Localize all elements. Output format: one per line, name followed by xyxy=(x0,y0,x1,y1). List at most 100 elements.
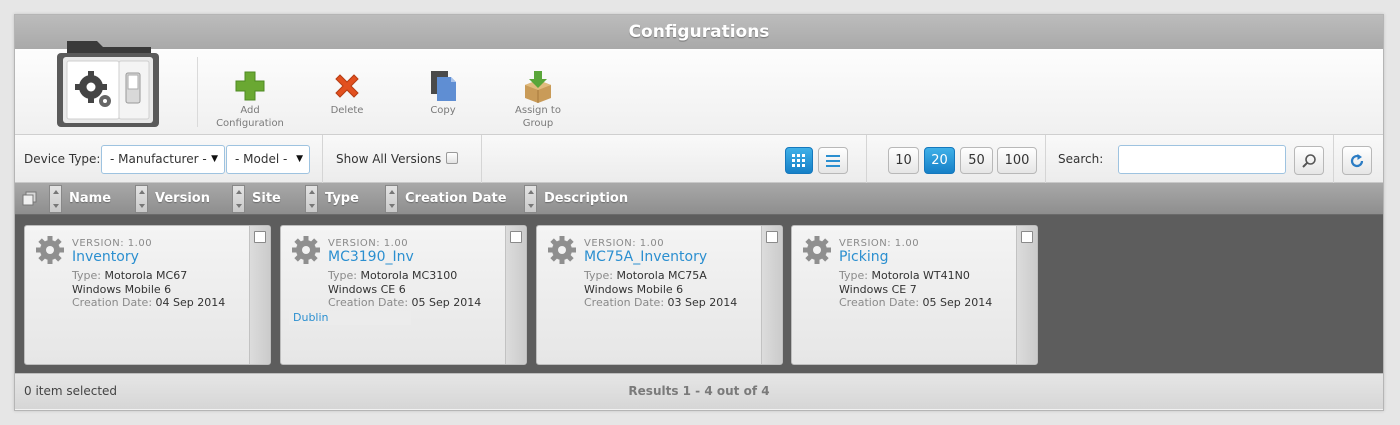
card-date-label: Creation Date: xyxy=(839,296,920,309)
list-view-button[interactable] xyxy=(818,147,848,174)
device-type-label: Device Type: xyxy=(24,152,101,166)
card-type: Type: Motorola MC3100 xyxy=(328,269,457,282)
configurations-window: Configurations Add Configuration Delete … xyxy=(14,14,1384,411)
card-type-label: Type: xyxy=(584,269,613,282)
card-checkbox[interactable] xyxy=(254,231,266,243)
column-creation-date[interactable]: Creation Date xyxy=(405,191,507,206)
card-name-link[interactable]: Inventory xyxy=(72,249,139,265)
page-size-100-button[interactable]: 100 xyxy=(997,147,1037,174)
gear-icon xyxy=(292,236,320,264)
delete-button[interactable]: Delete xyxy=(302,69,392,116)
card-version: VERSION: 1.00 xyxy=(584,238,665,249)
card-date-value: 05 Sep 2014 xyxy=(411,296,482,309)
column-header-row: Name Version Site Type Creation Date Des… xyxy=(15,183,1383,215)
add-icon xyxy=(235,71,265,101)
filter-separator xyxy=(1333,135,1334,183)
card-type-label: Type: xyxy=(72,269,101,282)
column-name[interactable]: Name xyxy=(69,191,111,206)
card-name-link[interactable]: MC75A_Inventory xyxy=(584,249,707,265)
assign-label-2: Group xyxy=(522,118,554,129)
column-description[interactable]: Description xyxy=(544,191,628,206)
model-select[interactable]: - Model - ▼ xyxy=(226,145,310,174)
card-type: Type: Motorola WT41N0 xyxy=(839,269,970,282)
configuration-card[interactable]: VERSION: 1.00 Picking Type: Motorola WT4… xyxy=(791,225,1038,365)
configuration-card[interactable]: VERSION: 1.00 MC75A_Inventory Type: Moto… xyxy=(536,225,783,365)
card-date-value: 03 Sep 2014 xyxy=(667,296,738,309)
page-size-10-button[interactable]: 10 xyxy=(888,147,919,174)
configurations-folder-icon xyxy=(57,41,159,127)
filter-separator xyxy=(1045,135,1046,183)
card-sidebar xyxy=(761,226,782,364)
card-type-value: Motorola MC67 xyxy=(104,269,188,282)
card-sidebar xyxy=(1016,226,1037,364)
page-size-20-button[interactable]: 20 xyxy=(924,147,955,174)
card-name-link[interactable]: Picking xyxy=(839,249,888,265)
select-all-icon[interactable] xyxy=(22,191,38,207)
sort-handle[interactable] xyxy=(135,185,148,213)
column-version[interactable]: Version xyxy=(155,191,210,206)
add-label-1: Add xyxy=(240,105,260,116)
delete-icon xyxy=(335,74,359,98)
card-type-label: Type: xyxy=(328,269,357,282)
search-label: Search: xyxy=(1058,152,1104,166)
card-version: VERSION: 1.00 xyxy=(328,238,409,249)
assign-label-1: Assign to xyxy=(515,105,561,116)
window-title: Configurations xyxy=(15,15,1383,49)
sort-handle[interactable] xyxy=(524,185,537,213)
assign-to-group-button[interactable]: Assign to Group xyxy=(493,69,583,129)
card-checkbox[interactable] xyxy=(510,231,522,243)
card-os: Windows CE 7 xyxy=(839,283,917,296)
add-configuration-button[interactable]: Add Configuration xyxy=(205,69,295,129)
sort-handle[interactable] xyxy=(232,185,245,213)
copy-button[interactable]: Copy xyxy=(398,69,488,116)
card-os: Windows CE 6 xyxy=(328,283,406,296)
card-type-value: Motorola MC3100 xyxy=(360,269,458,282)
manufacturer-select[interactable]: - Manufacturer - ▼ xyxy=(101,145,225,174)
card-version: VERSION: 1.00 xyxy=(839,238,920,249)
sort-handle[interactable] xyxy=(49,185,62,213)
card-date: Creation Date: 05 Sep 2014 xyxy=(839,296,992,309)
manufacturer-select-value: - Manufacturer - xyxy=(110,152,207,166)
grid-view-button[interactable] xyxy=(785,147,813,174)
search-icon xyxy=(1302,154,1316,168)
add-label-2: Configuration xyxy=(216,118,284,129)
filter-separator xyxy=(322,135,323,183)
card-checkbox[interactable] xyxy=(766,231,778,243)
refresh-button[interactable] xyxy=(1342,146,1372,175)
toolbar: Add Configuration Delete Copy Assign to … xyxy=(15,41,1383,135)
show-all-versions-checkbox[interactable] xyxy=(446,152,458,164)
card-date-label: Creation Date: xyxy=(584,296,665,309)
card-sidebar xyxy=(505,226,526,364)
refresh-icon xyxy=(1350,154,1364,168)
sort-handle[interactable] xyxy=(305,185,318,213)
list-icon xyxy=(826,155,840,167)
card-version: VERSION: 1.00 xyxy=(72,238,153,249)
card-name-link[interactable]: MC3190_Inv xyxy=(328,249,414,265)
search-button[interactable] xyxy=(1294,146,1324,175)
search-input[interactable] xyxy=(1118,145,1286,174)
card-type: Type: Motorola MC75A xyxy=(584,269,707,282)
column-site[interactable]: Site xyxy=(252,191,281,206)
chevron-down-icon: ▼ xyxy=(296,154,303,164)
card-type-value: Motorola MC75A xyxy=(616,269,707,282)
column-type[interactable]: Type xyxy=(325,191,359,206)
card-sidebar xyxy=(249,226,270,364)
card-date-value: 05 Sep 2014 xyxy=(922,296,993,309)
card-date-label: Creation Date: xyxy=(328,296,409,309)
filter-bar: Device Type: - Manufacturer - ▼ - Model … xyxy=(15,135,1383,183)
delete-label: Delete xyxy=(330,105,364,116)
card-date: Creation Date: 03 Sep 2014 xyxy=(584,296,737,309)
results-summary: Results 1 - 4 out of 4 xyxy=(628,384,770,398)
configuration-card[interactable]: VERSION: 1.00 MC3190_Inv Type: Motorola … xyxy=(280,225,527,365)
configuration-card[interactable]: VERSION: 1.00 Inventory Type: Motorola M… xyxy=(24,225,271,365)
configurations-grid: VERSION: 1.00 Inventory Type: Motorola M… xyxy=(15,215,1383,373)
page-size-50-button[interactable]: 50 xyxy=(960,147,993,174)
sort-handle[interactable] xyxy=(385,185,398,213)
card-type: Type: Motorola MC67 xyxy=(72,269,187,282)
card-os: Windows Mobile 6 xyxy=(72,283,172,296)
card-checkbox[interactable] xyxy=(1021,231,1033,243)
gear-icon xyxy=(36,236,64,264)
chevron-down-icon: ▼ xyxy=(211,154,218,164)
card-site-link[interactable]: Dublin xyxy=(289,311,411,325)
toolbar-separator xyxy=(197,57,198,127)
